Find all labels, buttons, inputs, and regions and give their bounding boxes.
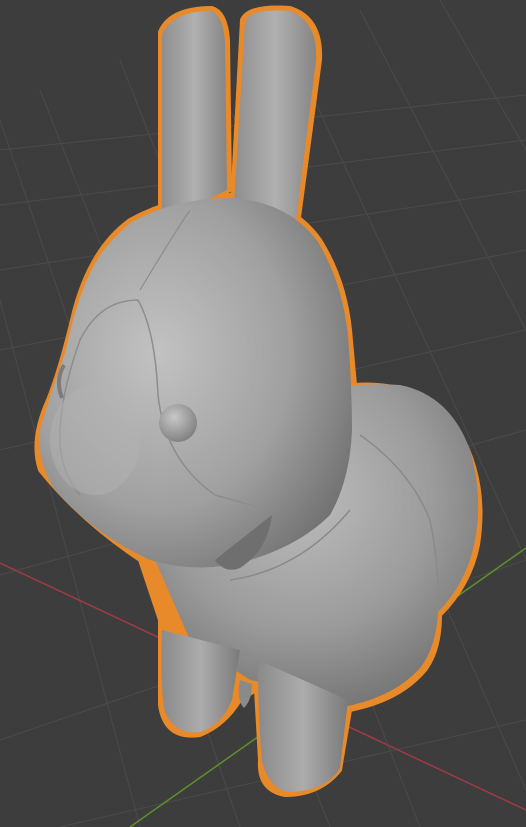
left-ear — [162, 11, 227, 222]
bunny-eye — [159, 404, 197, 442]
viewport-scene[interactable] — [0, 0, 526, 827]
3d-viewport[interactable] — [0, 0, 526, 827]
snout-shading — [50, 385, 140, 495]
